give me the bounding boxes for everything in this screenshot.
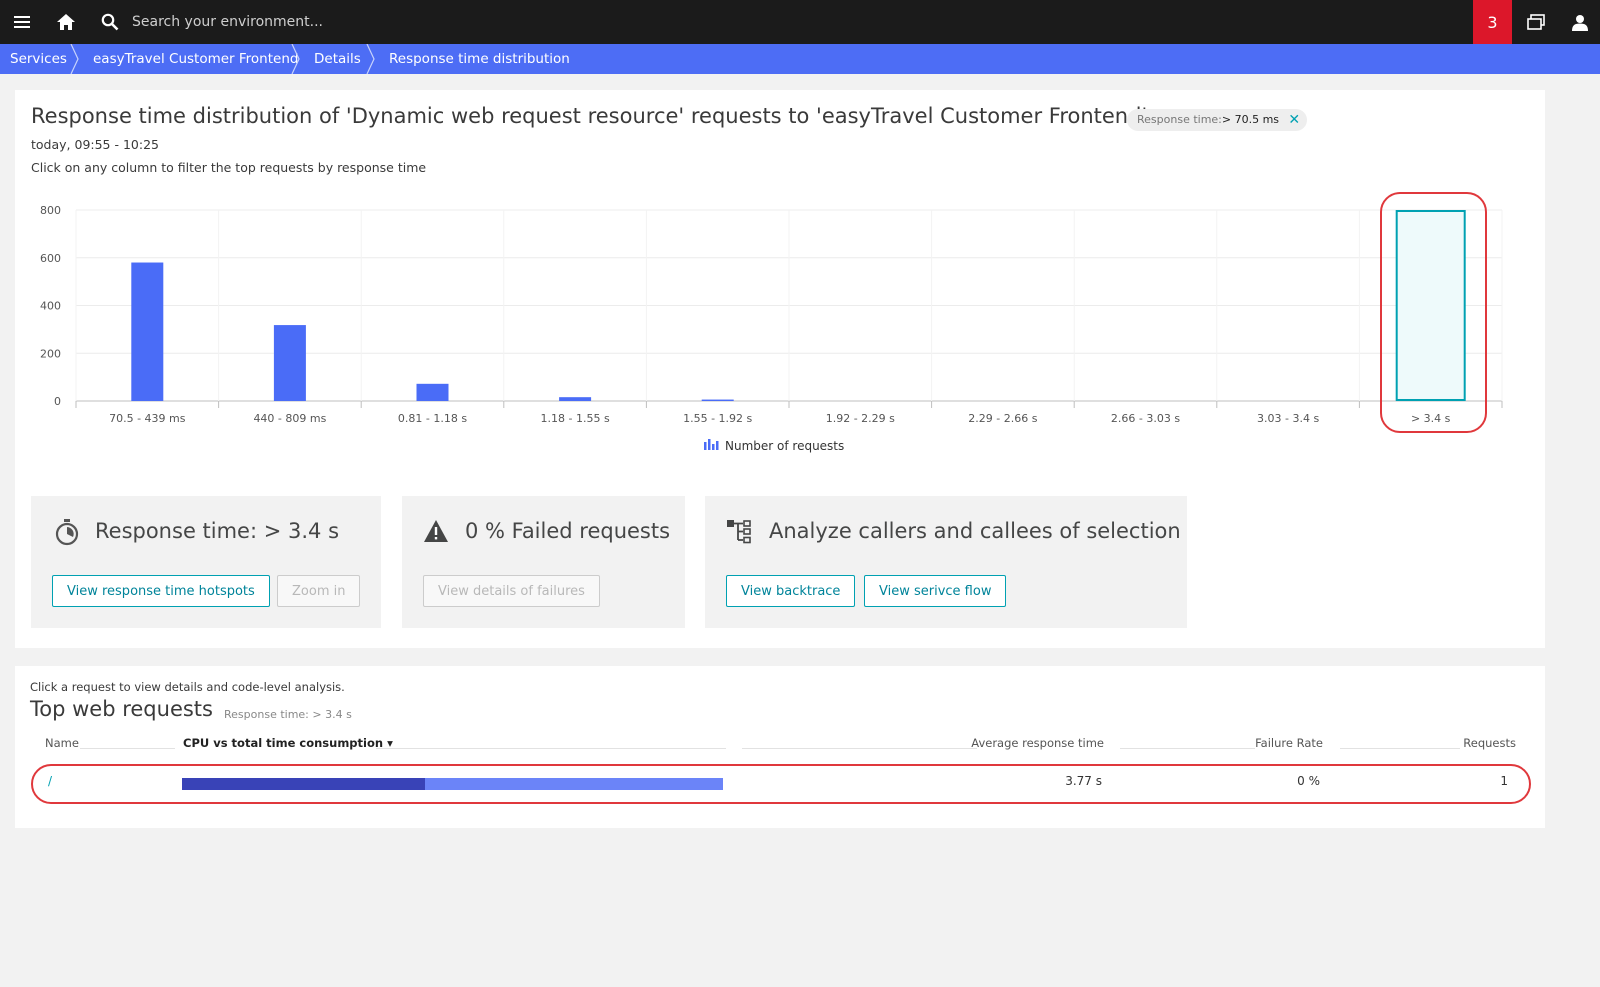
service-flow-icon [727, 520, 751, 544]
column-name[interactable]: Name [45, 736, 79, 750]
x-tick-label: 1.92 - 2.29 s [826, 412, 895, 425]
view-failures-button: View details of failures [423, 575, 600, 607]
warning-icon [424, 520, 448, 542]
legend-icon [716, 441, 719, 450]
breadcrumb-separator-icon [291, 44, 300, 74]
view-service-flow-button[interactable]: View serivce flow [864, 575, 1007, 607]
filter-chip-label: Response time: [1137, 113, 1222, 126]
menu-icon[interactable] [10, 0, 34, 44]
filter-chip-value: > 70.5 ms [1221, 113, 1280, 126]
x-tick-label: 440 - 809 ms [253, 412, 326, 425]
breadcrumb-separator-icon [70, 44, 79, 74]
bar[interactable] [131, 262, 164, 401]
column-highlight-annotation [1380, 192, 1487, 433]
x-tick-label: 3.03 - 3.4 s [1257, 412, 1319, 425]
breadcrumb: Services easyTravel Customer Frontend De… [0, 44, 1600, 74]
column-average-response-time[interactable]: Average response time [971, 736, 1104, 750]
top-requests-filter: Response time: > 3.4 s [224, 708, 352, 721]
column-divider [80, 748, 175, 749]
x-tick-label: 1.18 - 1.55 s [541, 412, 610, 425]
legend-icon [712, 444, 715, 450]
home-icon[interactable] [54, 0, 78, 44]
zoom-in-button: Zoom in [277, 575, 361, 607]
bar[interactable] [416, 383, 449, 401]
view-backtrace-button[interactable]: View backtrace [726, 575, 856, 607]
y-tick-label: 400 [40, 300, 61, 313]
column-divider [1120, 748, 1255, 749]
breadcrumb-service[interactable]: easyTravel Customer Frontend [93, 44, 298, 74]
column-requests[interactable]: Requests [1463, 736, 1516, 750]
analyze-title: Analyze callers and callees of selection [769, 519, 1181, 543]
windows-icon[interactable] [1524, 0, 1548, 44]
bar[interactable] [559, 397, 592, 401]
timeframe: today, 09:55 - 10:25 [31, 137, 159, 152]
view-hotspots-button[interactable]: View response time hotspots [52, 575, 270, 607]
y-tick-label: 800 [40, 204, 61, 217]
search-icon[interactable] [99, 0, 121, 44]
response-time-card: Response time: > 3.4 s View response tim… [31, 496, 381, 628]
y-tick-label: 600 [40, 252, 61, 265]
x-tick-label: 2.29 - 2.66 s [968, 412, 1037, 425]
bar[interactable] [701, 399, 734, 401]
x-tick-label: 0.81 - 1.18 s [398, 412, 467, 425]
analyze-card: Analyze callers and callees of selection… [705, 496, 1187, 628]
failed-requests-card: 0 % Failed requests View details of fail… [402, 496, 685, 628]
top-bar: 3 [0, 0, 1600, 44]
response-time-chart[interactable]: 0 200 400 600 800 70.5 - 439 ms 440 - 809 ms 0.… [0, 190, 1560, 460]
requests-hint: Click a request to view details and code… [30, 680, 345, 694]
legend-label: Number of requests [725, 439, 844, 453]
breadcrumb-details[interactable]: Details [314, 44, 361, 74]
breadcrumb-services[interactable]: Services [10, 44, 67, 74]
x-tick-label: 70.5 - 439 ms [109, 412, 186, 425]
stopwatch-icon [55, 519, 79, 546]
column-divider [742, 748, 977, 749]
x-tick-label: 1.55 - 1.92 s [683, 412, 752, 425]
page-title: Response time distribution of 'Dynamic w… [31, 104, 1148, 128]
close-icon[interactable]: ✕ [1288, 109, 1300, 131]
chart-hint: Click on any column to filter the top re… [31, 160, 427, 175]
breadcrumb-current: Response time distribution [389, 51, 570, 67]
y-tick-label: 200 [40, 347, 61, 360]
column-consumption-label: CPU vs total time consumption [183, 736, 384, 750]
failed-requests-title: 0 % Failed requests [465, 519, 671, 543]
column-divider [376, 748, 726, 749]
bar[interactable] [273, 325, 306, 401]
column-divider [1340, 748, 1460, 749]
y-tick-label: 0 [54, 395, 61, 408]
filter-chip: Response time:> 70.5 ms ✕ [1127, 109, 1308, 131]
response-time-title: Response time: > 3.4 s [95, 519, 340, 543]
search-input[interactable] [132, 10, 632, 34]
x-tick-label: 2.66 - 3.03 s [1111, 412, 1180, 425]
legend-icon [704, 442, 707, 450]
row-highlight-annotation [31, 764, 1531, 804]
column-consumption[interactable]: CPU vs total time consumption ▾ [183, 736, 393, 750]
notification-badge[interactable]: 3 [1473, 0, 1512, 44]
breadcrumb-separator-icon [366, 44, 375, 74]
column-failure-rate[interactable]: Failure Rate [1255, 736, 1323, 750]
legend-icon [708, 439, 711, 450]
top-requests-title: Top web requests [30, 697, 213, 721]
user-icon[interactable] [1568, 0, 1592, 44]
